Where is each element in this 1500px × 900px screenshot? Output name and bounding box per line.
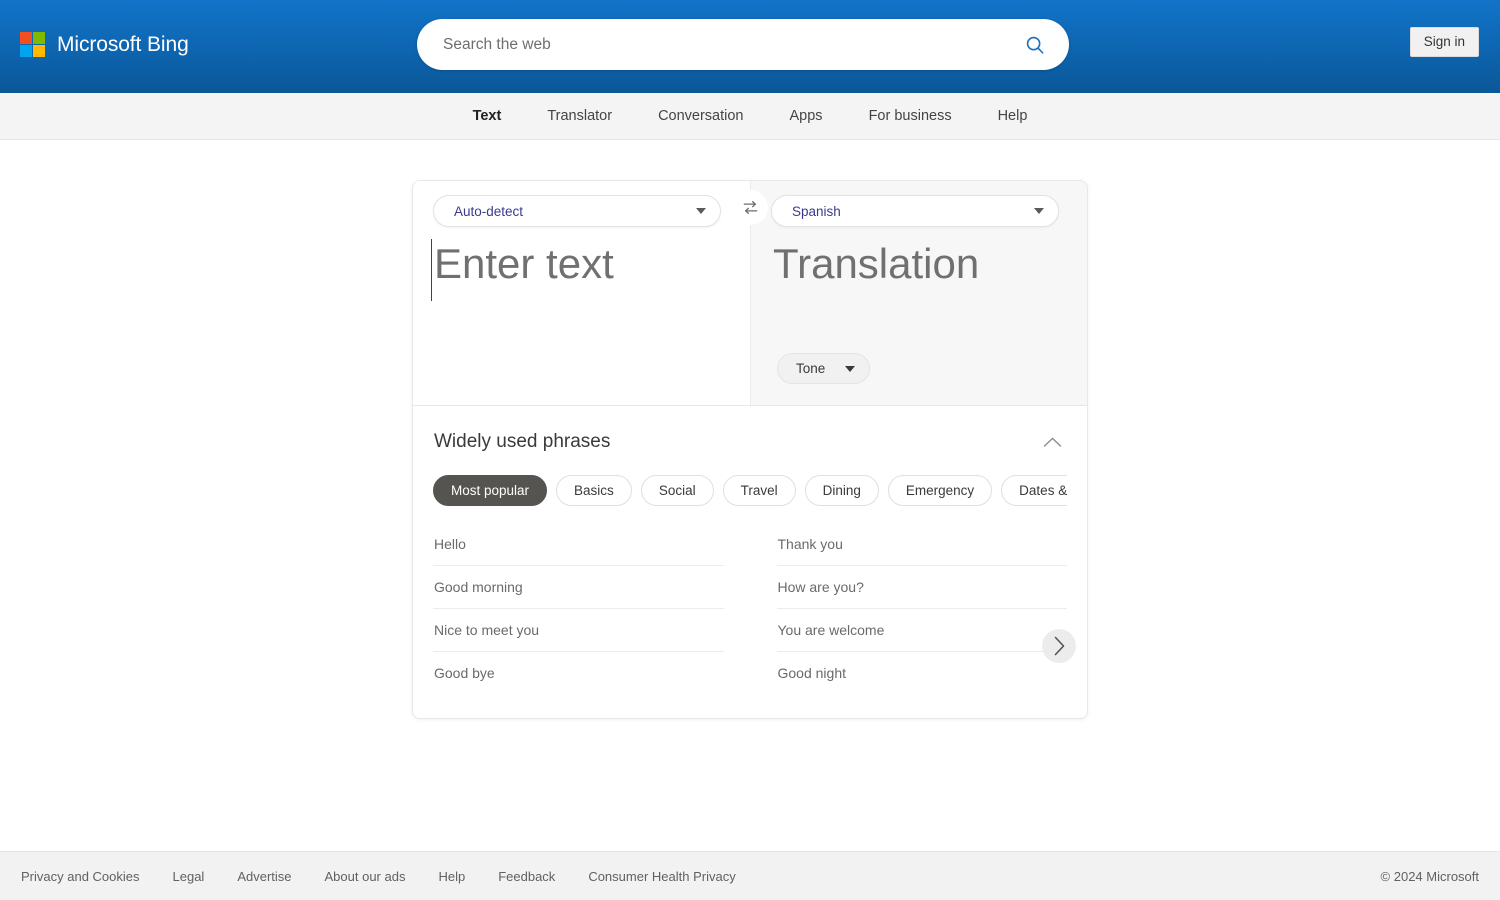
- category-emergency[interactable]: Emergency: [887, 475, 993, 506]
- category-social[interactable]: Social: [640, 475, 714, 506]
- nav-item-help[interactable]: Help: [975, 93, 1051, 139]
- footer-link-help[interactable]: Help: [438, 869, 482, 884]
- nav-item-translator[interactable]: Translator: [524, 93, 635, 139]
- translation-output: Translation: [773, 240, 980, 287]
- footer-link-privacy-and-cookies[interactable]: Privacy and Cookies: [21, 869, 157, 884]
- list-item[interactable]: Good bye: [433, 652, 724, 694]
- translator-card: Auto-detect Enter text Spanish Translati…: [412, 180, 1088, 719]
- page-header: Microsoft Bing Sign in: [0, 0, 1500, 93]
- tone-label: Tone: [796, 361, 826, 376]
- footer-link-advertise[interactable]: Advertise: [237, 869, 308, 884]
- copyright-text: © 2024 Microsoft: [1380, 868, 1479, 884]
- bing-home-link[interactable]: Microsoft Bing: [20, 32, 189, 57]
- footer-link-feedback[interactable]: Feedback: [498, 869, 572, 884]
- target-language-selector[interactable]: Spanish: [771, 195, 1059, 227]
- main-navigation: Text Translator Conversation Apps For bu…: [0, 93, 1500, 140]
- category-most-popular[interactable]: Most popular: [433, 475, 548, 506]
- source-text-input[interactable]: Enter text: [431, 239, 728, 301]
- search-icon[interactable]: [1023, 33, 1047, 57]
- brand-title: Microsoft Bing: [57, 32, 189, 56]
- phrase-category-tabs: Most popular Basics Social Travel Dining…: [433, 475, 1067, 507]
- list-item[interactable]: Good night: [777, 652, 1068, 694]
- source-language-label: Auto-detect: [454, 203, 524, 219]
- target-pane: Spanish Translation Tone: [750, 181, 1087, 405]
- target-language-label: Spanish: [792, 203, 841, 219]
- search-bar[interactable]: [417, 19, 1069, 70]
- swap-languages-button[interactable]: [733, 190, 768, 225]
- widely-used-phrases-section: Widely used phrases Most popular Basics …: [413, 406, 1087, 718]
- collapse-phrases-button[interactable]: [1038, 428, 1066, 456]
- category-travel[interactable]: Travel: [722, 475, 796, 506]
- nav-item-text[interactable]: Text: [450, 93, 525, 139]
- chevron-right-icon: [1054, 636, 1064, 656]
- sign-in-button[interactable]: Sign in: [1409, 27, 1479, 57]
- nav-item-for-business[interactable]: For business: [846, 93, 975, 139]
- next-categories-button[interactable]: [1042, 629, 1076, 663]
- chevron-up-icon: [1043, 437, 1061, 447]
- list-item[interactable]: Thank you: [776, 523, 1067, 566]
- chevron-down-icon: [1034, 208, 1044, 214]
- search-input[interactable]: [443, 35, 1023, 54]
- footer-link-consumer-health-privacy[interactable]: Consumer Health Privacy: [588, 869, 752, 884]
- footer-link-about-our-ads[interactable]: About our ads: [325, 869, 423, 884]
- footer-links: Privacy and Cookies Legal Advertise Abou…: [21, 869, 769, 884]
- phrases-title: Widely used phrases: [434, 431, 611, 452]
- list-item[interactable]: You are welcome: [776, 609, 1067, 652]
- list-item[interactable]: How are you?: [776, 566, 1067, 609]
- nav-item-conversation[interactable]: Conversation: [635, 93, 766, 139]
- phrase-list: Hello Thank you Good morning How are you…: [433, 523, 1067, 694]
- category-dates-and-numbers[interactable]: Dates & numbers: [1001, 475, 1067, 506]
- microsoft-logo-icon: [20, 32, 45, 57]
- footer-link-legal[interactable]: Legal: [173, 869, 222, 884]
- nav-item-apps[interactable]: Apps: [767, 93, 846, 139]
- list-item[interactable]: Nice to meet you: [433, 609, 724, 652]
- category-basics[interactable]: Basics: [556, 475, 632, 506]
- swap-languages-icon: [743, 200, 758, 215]
- list-item[interactable]: Good morning: [433, 566, 724, 609]
- source-language-selector[interactable]: Auto-detect: [433, 195, 721, 227]
- phrases-header: Widely used phrases: [433, 428, 1067, 456]
- category-dining[interactable]: Dining: [804, 475, 879, 506]
- chevron-down-icon: [696, 208, 706, 214]
- chevron-down-icon: [845, 365, 856, 372]
- tone-selector[interactable]: Tone: [777, 353, 871, 384]
- list-item[interactable]: Hello: [433, 523, 724, 566]
- source-pane: Auto-detect Enter text: [413, 181, 750, 405]
- page-footer: Privacy and Cookies Legal Advertise Abou…: [0, 851, 1500, 900]
